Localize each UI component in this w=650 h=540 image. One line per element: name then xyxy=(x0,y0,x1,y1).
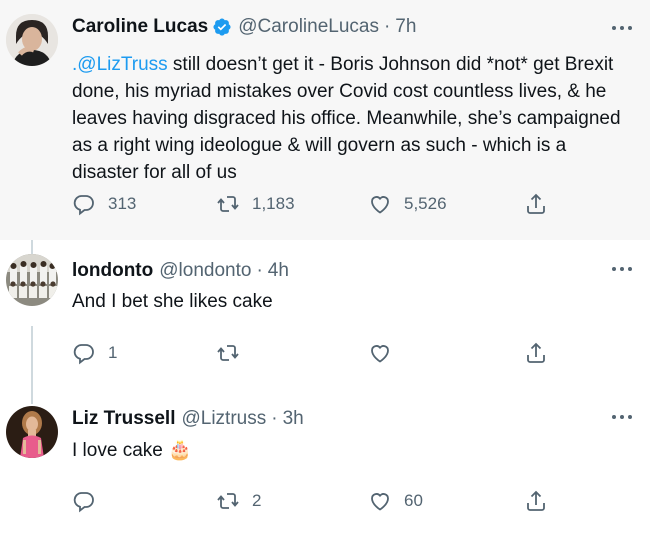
retweet-button[interactable]: 1,183 xyxy=(216,191,295,217)
share-button[interactable] xyxy=(524,340,548,366)
timestamp[interactable]: 3h xyxy=(283,408,304,430)
retweet-icon xyxy=(217,493,239,509)
user-handle[interactable]: @CarolineLucas xyxy=(238,16,379,38)
like-button[interactable]: 5,526 xyxy=(368,191,447,217)
heart-icon xyxy=(371,345,389,363)
reply-count: 1 xyxy=(108,343,118,362)
mention-link[interactable]: .@LizTruss xyxy=(72,54,168,75)
retweet-count: 1,183 xyxy=(252,194,295,213)
tweet-header: Liz Trussell @Liztruss · 3h xyxy=(72,408,304,430)
share-icon xyxy=(527,490,545,511)
tweet-londonto[interactable]: londonto @londonto · 4h And I bet she li… xyxy=(0,240,650,392)
like-count: 5,526 xyxy=(404,194,447,213)
retweet-button[interactable] xyxy=(216,340,252,366)
tweet-actions: 2 60 xyxy=(72,488,572,514)
reply-icon xyxy=(73,344,94,365)
user-handle[interactable]: @londonto xyxy=(159,260,251,282)
like-count: 60 xyxy=(404,491,423,510)
tweet-text: And I bet she likes cake xyxy=(72,291,273,312)
display-name[interactable]: Liz Trussell xyxy=(72,408,175,430)
tweet-text: I love cake 🎂 xyxy=(72,437,632,464)
like-button[interactable] xyxy=(368,340,404,366)
avatar[interactable] xyxy=(6,406,58,458)
retweet-count: 2 xyxy=(252,491,262,510)
more-icon[interactable] xyxy=(612,267,632,273)
cake-emoji: 🎂 xyxy=(168,440,192,461)
reply-icon xyxy=(73,195,94,216)
tweet-caroline-lucas[interactable]: Caroline Lucas @CarolineLucas · 7h .@Liz… xyxy=(0,0,650,240)
verified-badge-icon xyxy=(212,17,232,37)
tweet-liz-trussell[interactable]: Liz Trussell @Liztruss · 3h I love cake … xyxy=(0,392,650,540)
more-icon[interactable] xyxy=(612,26,632,32)
share-button[interactable] xyxy=(524,191,548,217)
retweet-icon xyxy=(217,345,239,361)
like-button[interactable]: 60 xyxy=(368,488,423,514)
display-name[interactable]: Caroline Lucas xyxy=(72,16,208,38)
share-icon xyxy=(527,193,545,214)
timestamp[interactable]: 4h xyxy=(268,260,289,282)
reply-icon xyxy=(73,492,94,513)
more-icon[interactable] xyxy=(612,415,632,421)
tweet-text: .@LizTruss still doesn’t get it - Boris … xyxy=(72,51,632,186)
tweet-text-body: I love cake xyxy=(72,440,163,461)
separator-dot: · xyxy=(383,16,391,37)
heart-icon xyxy=(371,196,389,214)
timestamp[interactable]: 7h xyxy=(395,16,416,38)
display-name[interactable]: londonto xyxy=(72,260,153,282)
separator-dot: · xyxy=(271,408,278,429)
avatar[interactable] xyxy=(6,14,58,66)
avatar[interactable] xyxy=(6,254,58,306)
reply-button[interactable]: 1 xyxy=(72,340,117,366)
reply-button[interactable] xyxy=(72,488,108,514)
share-button[interactable] xyxy=(524,488,548,514)
tweet-actions: 313 1,183 5,526 xyxy=(72,191,572,217)
tweet-actions: 1 xyxy=(72,340,572,366)
reply-button[interactable]: 313 xyxy=(72,191,136,217)
tweet-header: Caroline Lucas @CarolineLucas · 7h xyxy=(72,16,416,38)
tweet-header: londonto @londonto · 4h xyxy=(72,260,289,282)
reply-count: 313 xyxy=(108,194,137,213)
retweet-icon xyxy=(217,196,239,212)
separator-dot: · xyxy=(256,260,263,281)
share-icon xyxy=(527,342,545,363)
heart-icon xyxy=(371,493,389,511)
user-handle[interactable]: @Liztruss xyxy=(181,408,266,430)
retweet-button[interactable]: 2 xyxy=(216,488,261,514)
